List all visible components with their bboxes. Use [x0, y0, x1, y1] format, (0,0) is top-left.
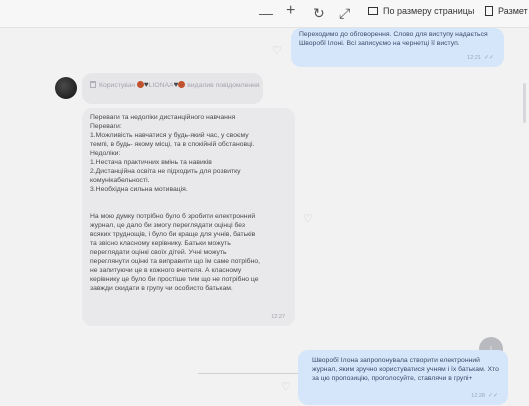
message-line: темпі, в будь- якому місці, та в спокійн… — [90, 141, 255, 148]
message-line: Недоліки: — [90, 150, 121, 157]
message-line: переглядати оцінкі своїх дітей. Учні мож… — [90, 249, 227, 256]
message-text: Шворобї Ілона запропонувала створити еле… — [312, 357, 499, 382]
expand-icon[interactable]: ⤢ — [339, 5, 350, 21]
message-line: та звісно класному керівнику. Батьки мож… — [90, 240, 231, 247]
user-emoji-icon — [178, 81, 186, 88]
message-line: керівнику це було би простіше тим що не … — [90, 276, 259, 283]
avatar[interactable] — [55, 77, 77, 99]
message-line: журнал, це дало би змогу переглядати оці… — [90, 222, 246, 229]
message-meta: 12:27 — [271, 313, 285, 322]
fit-page-label: По размеру страницы — [383, 6, 475, 16]
message-line: 1.Можливість навчатися у будь-який час, … — [90, 132, 249, 139]
message-line: переглянути оцінкі та виправити що їм са… — [90, 258, 260, 265]
message-bubble-outgoing: Переходимо до обговорення. Слово для вис… — [291, 28, 504, 67]
message-meta: 12:28 ✓✓ — [471, 392, 498, 401]
message-bubble-incoming: Переваги та недоліки дистанційного навча… — [82, 108, 295, 326]
fit-to-page-button[interactable]: По размеру страницы — [368, 6, 474, 16]
message-line: Переваги та недоліки дистанційного навча… — [90, 114, 236, 121]
deleted-message: Користувач ♥LIONAA♥ видалив повідомлення — [82, 73, 263, 104]
message-line: 1.Нестача практичних вмінь та навиків — [90, 159, 212, 166]
message-line: Переваги: — [90, 123, 122, 130]
message-line: 3.Необхідна сильна мотивація. — [90, 186, 188, 193]
fit-page-icon — [368, 7, 378, 15]
heart-icon[interactable]: ♡ — [281, 382, 291, 393]
heart-icon[interactable]: ♡ — [272, 46, 282, 57]
user-emoji-icon — [136, 81, 144, 88]
rotate-icon[interactable]: ↻ — [313, 5, 325, 21]
message-time: 12:27 — [271, 314, 285, 320]
message-line: не запитуючи це в кожного вчителя. А кла… — [90, 267, 242, 274]
message-line: комунікабельності. — [90, 177, 150, 184]
message-text: Переходимо до обговорення. Слово для вис… — [299, 31, 488, 47]
layout-label: Размет — [498, 6, 528, 16]
zoom-in-icon[interactable]: + — [286, 3, 295, 19]
message-bubble-outgoing: Шворобї Ілона запропонувала створити еле… — [298, 350, 508, 405]
deleted-notice: видалив повідомлення — [187, 82, 260, 89]
deleted-user-name: LIONAA — [148, 82, 174, 89]
zoom-out-icon[interactable]: — — [259, 5, 273, 21]
message-time: 12:28 — [471, 393, 485, 399]
trash-icon — [90, 81, 96, 88]
chat-area: ♡ Переходимо до обговорення. Слово для в… — [0, 28, 529, 406]
scrollbar[interactable] — [523, 83, 526, 123]
message-meta: 12:21 ✓✓ — [467, 54, 494, 63]
layout-button[interactable]: Размет — [485, 6, 528, 16]
message-line: На мою думку потрібно було б зробити еле… — [90, 213, 256, 220]
message-line — [90, 203, 289, 212]
deleted-user-label: Користувач — [99, 82, 136, 89]
read-check-icon: ✓✓ — [487, 393, 498, 399]
message-time: 12:21 — [467, 55, 481, 61]
heart-icon[interactable]: ♡ — [303, 214, 313, 225]
message-line: 2.Дистанційна освіта не підходить для ро… — [90, 168, 241, 175]
page-icon — [485, 6, 493, 16]
viewer-toolbar: — + ↻ ⤢ По размеру страницы Размет — [0, 0, 529, 28]
message-line: всяких труднощів, і було би краще для уч… — [90, 231, 256, 238]
message-line: завжди скидати в групу чи особисто батьк… — [90, 285, 233, 292]
message-text: Переваги та недоліки дистанційного навча… — [90, 113, 289, 293]
divider — [198, 373, 308, 374]
read-check-icon: ✓✓ — [483, 55, 494, 61]
message-line — [90, 194, 289, 203]
